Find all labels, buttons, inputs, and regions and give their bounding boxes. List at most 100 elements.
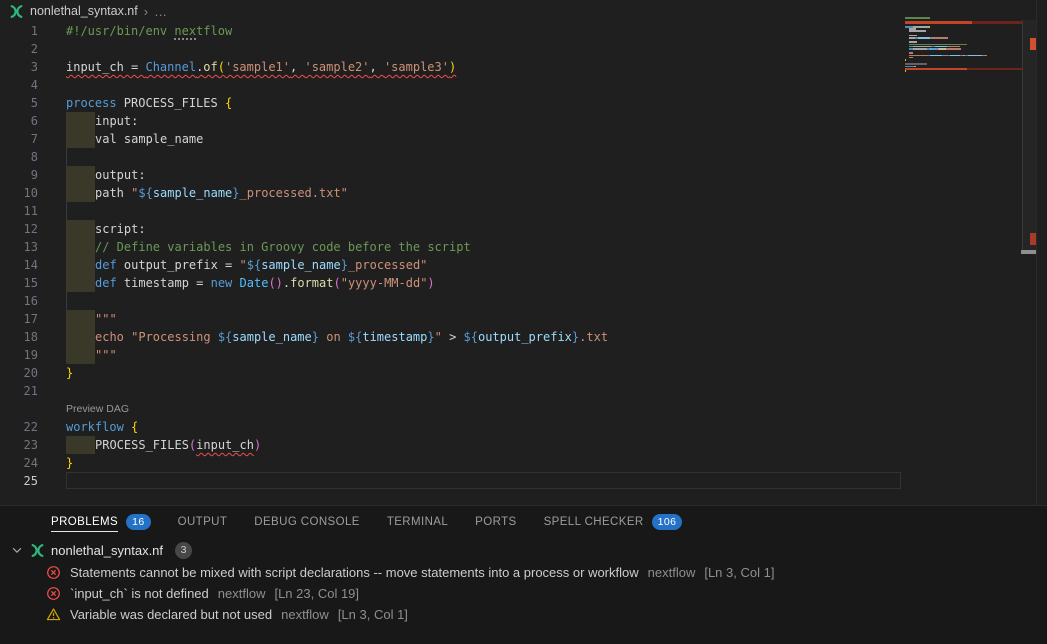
breadcrumb-more[interactable]: …	[154, 4, 167, 19]
indent-highlight	[66, 166, 95, 184]
line-content[interactable]	[66, 148, 67, 166]
editor-line[interactable]: 16	[0, 292, 905, 310]
line-number[interactable]: 21	[0, 382, 38, 400]
scrollbar-slider[interactable]	[1022, 20, 1036, 253]
line-number[interactable]: 9	[0, 166, 38, 184]
line-content[interactable]	[66, 202, 67, 220]
line-content[interactable]: def timestamp = new Date().format("yyyy-…	[66, 274, 435, 292]
editor-line[interactable]: 12 script:	[0, 220, 905, 238]
editor-line[interactable]: 7 val sample_name	[0, 130, 905, 148]
line-number[interactable]: 7	[0, 130, 38, 148]
editor-line[interactable]: 20}	[0, 364, 905, 382]
line-number[interactable]: 12	[0, 220, 38, 238]
code-token: def	[95, 274, 117, 292]
line-content[interactable]: """	[66, 310, 117, 328]
line-number[interactable]: 15	[0, 274, 38, 292]
editor-line[interactable]: 17 """	[0, 310, 905, 328]
breadcrumb[interactable]: nonlethal_syntax.nf › …	[0, 0, 1047, 22]
editor-line[interactable]: 2	[0, 40, 905, 58]
scrollbar-slider-edge[interactable]	[1021, 250, 1037, 254]
line-number[interactable]: 16	[0, 292, 38, 310]
code-area[interactable]: 1 #!/usr/bin/env nextflow 23 input_ch = Cha…	[0, 22, 905, 490]
editor-line[interactable]: 11	[0, 202, 905, 220]
line-number[interactable]: 24	[0, 454, 38, 472]
line-content[interactable]: input:	[66, 112, 138, 130]
line-number[interactable]: 8	[0, 148, 38, 166]
editor-line[interactable]: 21	[0, 382, 905, 400]
chevron-down-icon[interactable]	[10, 543, 24, 557]
line-content[interactable]: """	[66, 346, 117, 364]
line-number[interactable]: 2	[0, 40, 38, 58]
line-number[interactable]: 4	[0, 76, 38, 94]
code-token: >	[449, 328, 463, 346]
editor-line[interactable]: 15 def timestamp = new Date().format("yyy…	[0, 274, 905, 292]
line-content[interactable]: val sample_name	[66, 130, 203, 148]
problem-row[interactable]: `input_ch` is not definednextflow[Ln 23,…	[0, 583, 1047, 604]
line-number[interactable]: 1	[0, 22, 38, 40]
line-number[interactable]: 20	[0, 364, 38, 382]
problem-row[interactable]: Variable was declared but not usednextfl…	[0, 604, 1047, 625]
line-content[interactable]: def output_prefix = "${sample_name}_proc…	[66, 256, 427, 274]
editor-line[interactable]: 22 workflow {	[0, 418, 905, 436]
editor-line[interactable]: 8	[0, 148, 905, 166]
panel-tab-output[interactable]: OUTPUT	[178, 506, 228, 538]
panel-tab-spell-checker[interactable]: SPELL CHECKER106	[544, 506, 683, 538]
editor-line[interactable]: 13 // Define variables in Groovy code bef…	[0, 238, 905, 256]
editor-line[interactable]: 5 process PROCESS_FILES {	[0, 94, 905, 112]
editor-line[interactable]: 6 input:	[0, 112, 905, 130]
line-number[interactable]: 5	[0, 94, 38, 112]
line-number[interactable]: 22	[0, 418, 38, 436]
line-content[interactable]	[66, 292, 67, 310]
editor-line[interactable]: 3 input_ch = Channel.of('sample1', 'sampl…	[0, 58, 905, 76]
line-number[interactable]: 13	[0, 238, 38, 256]
problems-file-row[interactable]: nonlethal_syntax.nf 3	[0, 538, 1047, 562]
editor-pane[interactable]: nonlethal_syntax.nf › … 1 #!/usr/bin/env …	[0, 0, 1047, 505]
editor-line[interactable]: 23 PROCESS_FILES(input_ch)	[0, 436, 905, 454]
problem-message: Statements cannot be mixed with script d…	[70, 565, 639, 580]
editor-line[interactable]: 9 output:	[0, 166, 905, 184]
line-number[interactable]: 6	[0, 112, 38, 130]
line-content[interactable]: }	[66, 364, 73, 382]
line-content[interactable]: process PROCESS_FILES {	[66, 94, 232, 112]
line-number[interactable]: 10	[0, 184, 38, 202]
line-content[interactable]: // Define variables in Groovy code befor…	[66, 238, 471, 256]
editor-line[interactable]: 14 def output_prefix = "${sample_name}_pr…	[0, 256, 905, 274]
line-number[interactable]: 14	[0, 256, 38, 274]
codelens-preview-dag[interactable]: Preview DAG	[0, 400, 905, 418]
line-content[interactable]: PROCESS_FILES(input_ch)	[66, 436, 261, 454]
panel-tab-terminal[interactable]: TERMINAL	[387, 506, 448, 538]
editor-line[interactable]: 25	[0, 472, 905, 490]
line-content[interactable]: input_ch = Channel.of('sample1', 'sample…	[66, 58, 456, 76]
editor-line[interactable]: 1 #!/usr/bin/env nextflow	[0, 22, 905, 40]
line-number[interactable]: 3	[0, 58, 38, 76]
line-content[interactable]: script:	[66, 220, 146, 238]
line-number[interactable]: 19	[0, 346, 38, 364]
line-content[interactable]: #!/usr/bin/env nextflow	[66, 22, 232, 40]
editor-line[interactable]: 19 """	[0, 346, 905, 364]
line-content[interactable]: }	[66, 454, 73, 472]
editor-line[interactable]: 18 echo "Processing ${sample_name} on ${t…	[0, 328, 905, 346]
panel-tab-label: PROBLEMS	[51, 507, 118, 537]
line-content[interactable]: echo "Processing ${sample_name} on ${tim…	[66, 328, 608, 346]
panel-tab-ports[interactable]: PORTS	[475, 506, 516, 538]
scrollbar[interactable]	[1022, 0, 1037, 505]
line-number[interactable]: 17	[0, 310, 38, 328]
breadcrumb-file[interactable]: nonlethal_syntax.nf	[30, 4, 138, 18]
editor-line[interactable]: 24}	[0, 454, 905, 472]
line-number[interactable]: 23	[0, 436, 38, 454]
panel-tab-debug-console[interactable]: DEBUG CONSOLE	[254, 506, 360, 538]
indent-highlight	[66, 220, 95, 238]
line-content[interactable]: path "${sample_name}_processed.txt"	[66, 184, 348, 202]
line-content[interactable]: output:	[66, 166, 146, 184]
problem-row[interactable]: Statements cannot be mixed with script d…	[0, 562, 1047, 583]
line-number[interactable]: 11	[0, 202, 38, 220]
panel-tab-problems[interactable]: PROBLEMS16	[51, 506, 151, 538]
editor-line[interactable]: 4	[0, 76, 905, 94]
vscode-window: nonlethal_syntax.nf › … 1 #!/usr/bin/env …	[0, 0, 1047, 644]
line-content[interactable]: workflow {	[66, 418, 138, 436]
editor-line[interactable]: 10 path "${sample_name}_processed.txt"	[0, 184, 905, 202]
minimap[interactable]	[905, 17, 1022, 97]
code-token: tflow	[196, 22, 232, 40]
line-number[interactable]: 18	[0, 328, 38, 346]
line-number[interactable]: 25	[0, 472, 38, 490]
